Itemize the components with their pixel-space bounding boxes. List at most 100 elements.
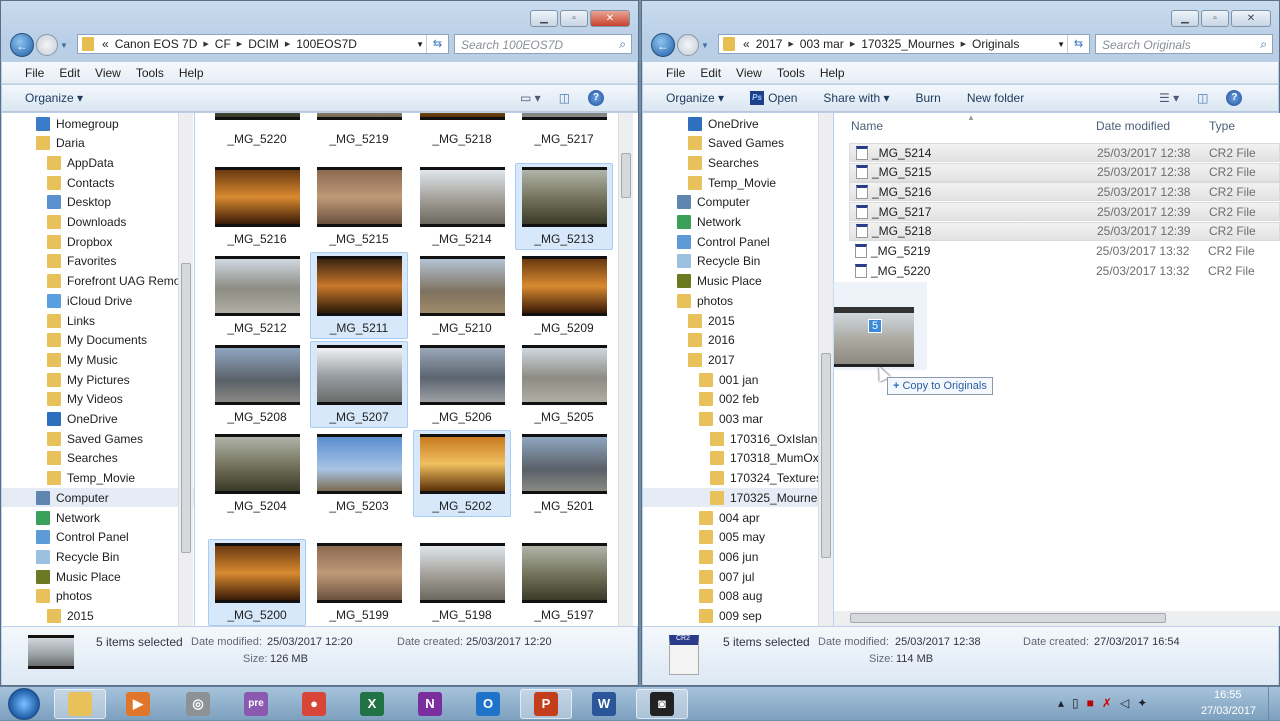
share-with-button[interactable]: Share with ▾ xyxy=(823,91,889,105)
address-bar[interactable]: « Canon EOS 7D ▶ CF ▶ DCIM ▶ 100EOS7D ▼ ⇆ xyxy=(77,34,449,54)
file-row[interactable]: _MG_5217 25/03/2017 12:39 CR2 File xyxy=(849,202,1280,222)
tree-item[interactable]: 2015 xyxy=(643,311,823,330)
thumbnail-item[interactable]: _MG_5204 xyxy=(208,430,306,517)
preview-pane-icon[interactable]: ◫ xyxy=(559,91,570,105)
tree-item[interactable]: 007 jul xyxy=(643,567,823,586)
tree-item[interactable]: Computer xyxy=(643,193,823,212)
tree-item[interactable]: 003 mar xyxy=(643,410,823,429)
tree-item[interactable]: Daria xyxy=(2,134,194,153)
organize-button[interactable]: Organize ▾ xyxy=(666,91,724,105)
back-button[interactable]: ← xyxy=(651,33,675,57)
taskbar-premiere-elements[interactable]: pre xyxy=(230,689,282,719)
thumbnail-item[interactable]: _MG_5213 xyxy=(515,163,613,250)
thumbnail-item[interactable]: _MG_5214 xyxy=(413,163,511,250)
thumbnail-item[interactable]: _MG_5208 xyxy=(208,341,306,428)
thumbnail-item[interactable]: _MG_5202 xyxy=(413,430,511,517)
taskbar-excel[interactable]: X xyxy=(346,689,398,719)
tree-item[interactable]: Links xyxy=(2,311,194,330)
search-input[interactable]: Search 100EOS7D ⌕ xyxy=(454,34,632,54)
menu-tools[interactable]: Tools xyxy=(777,66,805,80)
taskbar-camera-app[interactable]: ◙ xyxy=(636,689,688,719)
breadcrumb-item[interactable]: 170325_Mournes xyxy=(861,37,954,51)
tree-item[interactable]: Control Panel xyxy=(643,232,823,251)
thumbnail-item[interactable]: _MG_5201 xyxy=(515,430,613,517)
network-disconnected-icon[interactable]: ✗ xyxy=(1102,696,1120,710)
tree-item[interactable]: Searches xyxy=(2,449,194,468)
thumbnail-item[interactable]: _MG_5216 xyxy=(208,163,306,250)
volume-icon[interactable]: ◁ xyxy=(1120,696,1137,710)
close-button[interactable]: ✕ xyxy=(1231,10,1271,27)
tree-item[interactable]: Desktop xyxy=(2,193,194,212)
column-header-name[interactable]: Name xyxy=(851,119,883,133)
tree-item[interactable]: iCloud Drive xyxy=(2,291,194,310)
tree-item[interactable]: 170316_OxIsland xyxy=(643,429,823,448)
open-button[interactable]: Ps Open xyxy=(750,91,797,105)
tree-item[interactable]: 006 jun xyxy=(643,547,823,566)
tree-item[interactable]: Computer xyxy=(2,488,194,508)
app-tray-icon[interactable]: ■ xyxy=(1087,696,1102,710)
tree-item[interactable]: Network xyxy=(2,508,194,527)
tree-item[interactable]: My Music xyxy=(2,350,194,369)
thumbnail-item[interactable]: _MG_5220 xyxy=(208,113,306,150)
file-row[interactable]: _MG_5215 25/03/2017 12:38 CR2 File xyxy=(849,162,1280,182)
taskbar-disc-app[interactable]: ◎ xyxy=(172,689,224,719)
thumbnail-item[interactable]: _MG_5199 xyxy=(310,539,408,626)
nav-scrollbar[interactable] xyxy=(818,113,833,626)
refresh-icon[interactable]: ⇆ xyxy=(1067,35,1089,53)
tree-item[interactable]: Control Panel xyxy=(2,528,194,547)
tree-item[interactable]: Temp_Movie xyxy=(643,173,823,192)
thumbnail-item[interactable]: _MG_5217 xyxy=(515,113,613,150)
breadcrumb-item[interactable]: DCIM xyxy=(248,37,279,51)
tree-item[interactable]: Favorites xyxy=(2,252,194,271)
search-input[interactable]: Search Originals ⌕ xyxy=(1095,34,1273,54)
menu-view[interactable]: View xyxy=(736,66,762,80)
tree-item[interactable]: 170324_Textures xyxy=(643,469,823,488)
tree-item[interactable]: My Pictures xyxy=(2,370,194,389)
thumbnail-item[interactable]: _MG_5198 xyxy=(413,539,511,626)
tree-item[interactable]: Network xyxy=(643,213,823,232)
clock-date[interactable]: 27/03/2017 xyxy=(1201,705,1256,717)
file-row[interactable]: _MG_5219 25/03/2017 13:32 CR2 File xyxy=(849,242,1280,261)
breadcrumb-item[interactable]: 2017 xyxy=(756,37,783,51)
thumbnail-item[interactable]: _MG_5218 xyxy=(413,113,511,150)
content-scrollbar[interactable] xyxy=(618,113,633,626)
menu-view[interactable]: View xyxy=(95,66,121,80)
back-button[interactable]: ← xyxy=(10,33,34,57)
thumbnail-item[interactable]: _MG_5200 xyxy=(208,539,306,626)
horizontal-scrollbar[interactable] xyxy=(834,611,1280,626)
tree-item[interactable]: Recycle Bin xyxy=(2,547,194,566)
column-header-type[interactable]: Type xyxy=(1209,119,1235,133)
taskbar-media-player[interactable]: ▶ xyxy=(112,689,164,719)
recent-pages-dropdown[interactable]: ▼ xyxy=(701,41,709,50)
thumbnail-item[interactable]: _MG_5206 xyxy=(413,341,511,428)
maximize-button[interactable]: ▫ xyxy=(560,10,588,27)
new-folder-button[interactable]: New folder xyxy=(967,91,1024,105)
column-header-date-modified[interactable]: Date modified xyxy=(1096,119,1170,133)
nav-scrollbar[interactable] xyxy=(178,113,193,626)
tree-item[interactable]: 005 may xyxy=(643,528,823,547)
file-row[interactable]: _MG_5214 25/03/2017 12:38 CR2 File xyxy=(849,143,1280,162)
tree-item[interactable]: AppData xyxy=(2,153,194,172)
breadcrumb-overflow[interactable]: « xyxy=(102,37,109,51)
tree-item[interactable]: OneDrive xyxy=(2,410,194,429)
tree-item[interactable]: My Videos xyxy=(2,390,194,409)
help-icon[interactable]: ? xyxy=(588,90,605,106)
tree-item[interactable]: Music Place xyxy=(2,567,194,586)
tree-item[interactable]: Music Place xyxy=(643,272,823,291)
taskbar-chrome[interactable]: ● xyxy=(288,689,340,719)
menu-file[interactable]: File xyxy=(666,66,685,80)
tree-item[interactable]: Contacts xyxy=(2,173,194,192)
address-bar[interactable]: « 2017 ▶ 003 mar ▶ 170325_Mournes ▶ Origina… xyxy=(718,34,1090,54)
usb-icon[interactable]: ▯ xyxy=(1072,696,1087,710)
thumbnail-item[interactable]: _MG_5215 xyxy=(310,163,408,250)
tree-item[interactable]: Recycle Bin xyxy=(643,252,823,271)
breadcrumb-item[interactable]: 003 mar xyxy=(800,37,844,51)
tree-item[interactable]: Homegroup xyxy=(2,114,194,133)
burn-button[interactable]: Burn xyxy=(915,91,940,105)
thumbnail-item[interactable]: _MG_5197 xyxy=(515,539,613,626)
tree-item[interactable]: 2017 xyxy=(643,350,823,369)
refresh-icon[interactable]: ⇆ xyxy=(426,35,448,53)
taskbar-word[interactable]: W xyxy=(578,689,630,719)
tree-item[interactable]: Saved Games xyxy=(2,429,194,448)
file-row[interactable]: _MG_5216 25/03/2017 12:38 CR2 File xyxy=(849,182,1280,202)
